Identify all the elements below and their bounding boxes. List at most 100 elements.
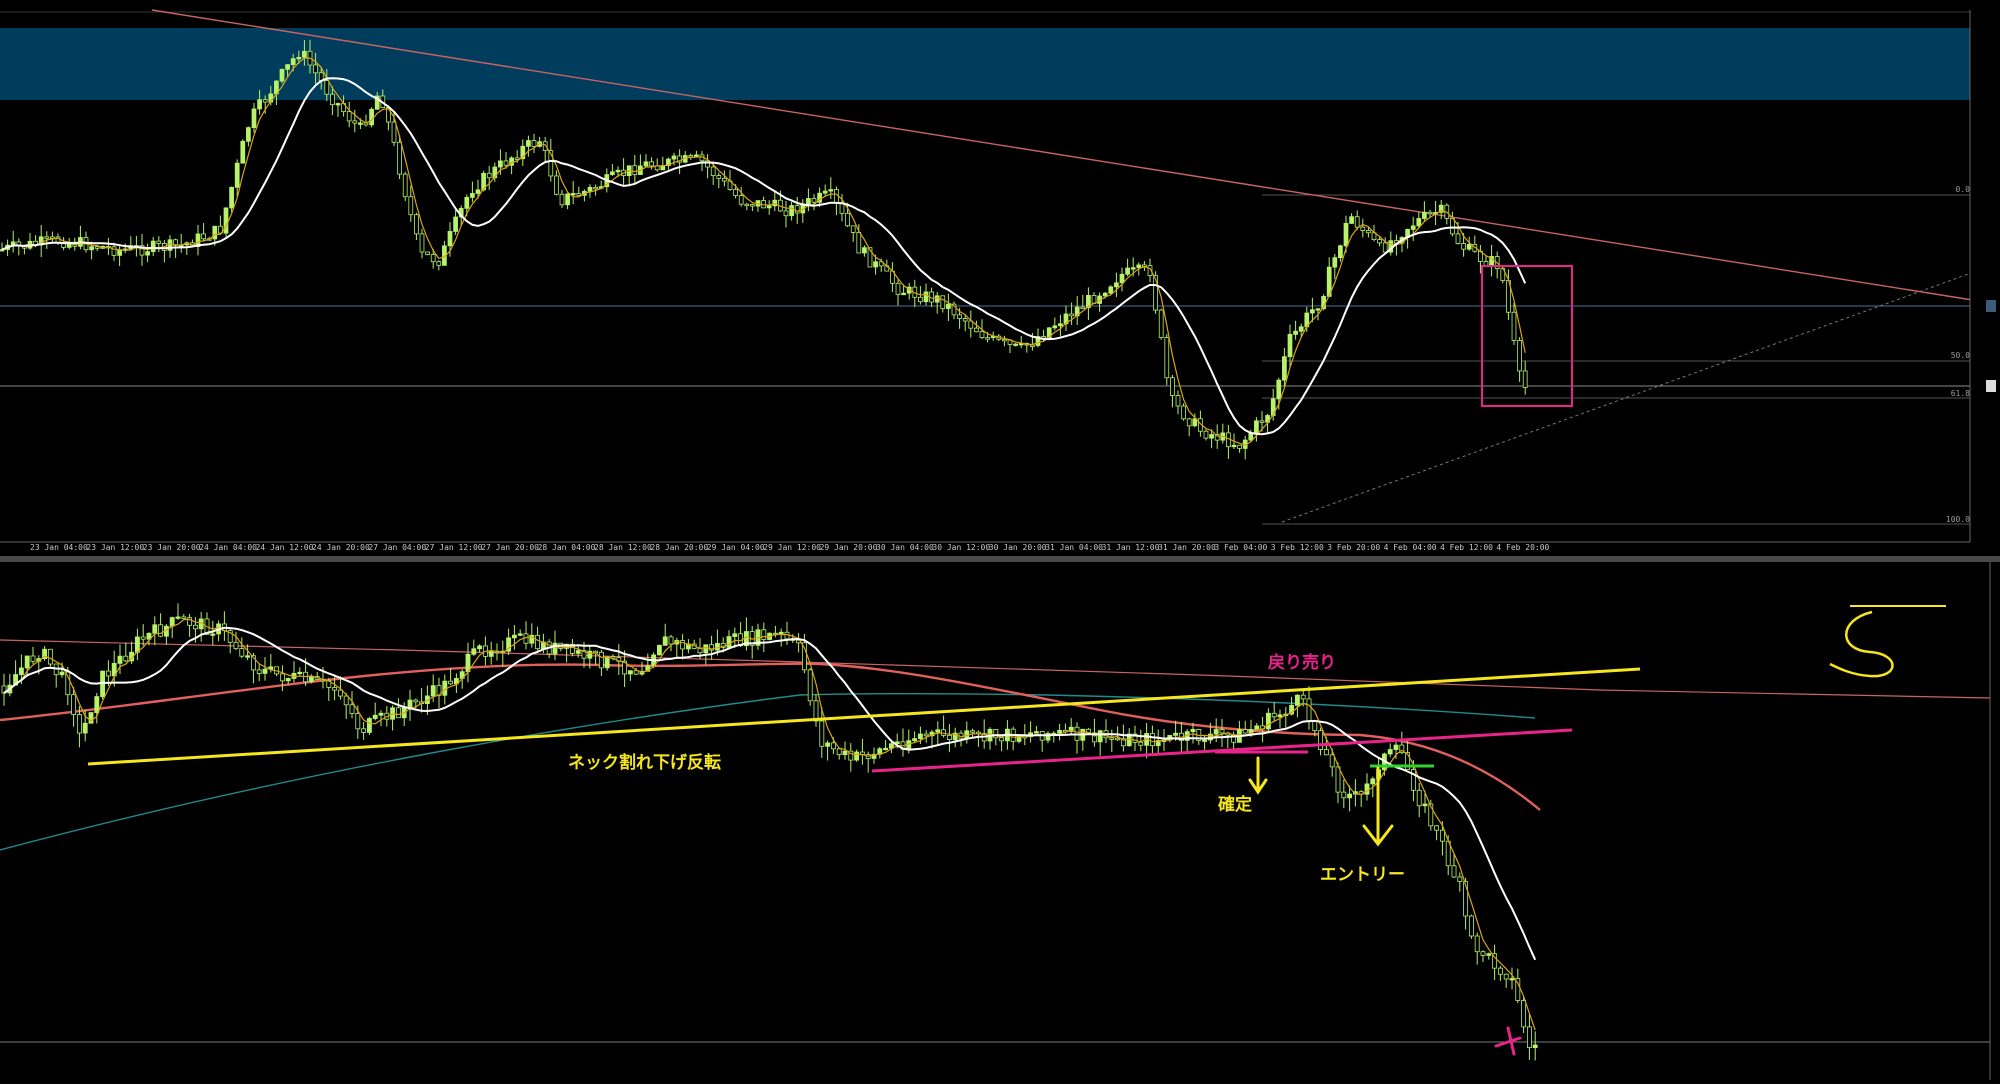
candle-body (408, 196, 414, 216)
chart-stage: 0.0 50.0 61.8 100.0 23 Jan 04:00 23 Jan 1… (0, 0, 2000, 1080)
candle-body (1416, 789, 1422, 807)
candle-body (1114, 282, 1119, 288)
candle-body (1323, 749, 1329, 756)
candle-body (94, 246, 100, 249)
candle-body (1030, 344, 1035, 347)
candle-body (836, 748, 842, 756)
arrow-down-icon (1248, 756, 1268, 795)
candle-body (308, 676, 314, 683)
candle-body (1069, 313, 1074, 317)
time-tick-label: 23 Jan 12:00 (86, 543, 144, 552)
candle-body (856, 232, 862, 254)
candle-body (246, 127, 251, 142)
candle-body (1439, 829, 1445, 842)
candle-body (1474, 935, 1480, 953)
candle-body (24, 655, 30, 669)
fib-label-50: 50.0 (1951, 351, 1970, 360)
candle-body (830, 742, 836, 750)
candle-body (1347, 793, 1353, 799)
candle-body (615, 169, 621, 173)
candle-body (559, 193, 565, 206)
candle-body (1387, 749, 1393, 755)
candle-body (44, 236, 50, 239)
candle-body (1209, 434, 1214, 439)
candle-body (117, 655, 123, 664)
candle-body (285, 678, 291, 682)
candle-body (733, 189, 738, 196)
candle-body (358, 122, 363, 125)
candle-body (234, 162, 240, 188)
candle-body (1480, 951, 1486, 956)
candle-body (1382, 242, 1388, 253)
candle-body (895, 282, 901, 295)
fib-label-0: 0.0 (1956, 185, 1971, 194)
time-tick-label: 30 Jan 04:00 (876, 543, 934, 552)
candle-body (662, 636, 668, 646)
candle-body (1125, 267, 1130, 275)
candle-body (970, 730, 976, 733)
candle-body (324, 80, 330, 95)
candle-body (503, 160, 509, 166)
candle-body (1115, 737, 1121, 741)
candle-body (397, 141, 402, 175)
candle-body (210, 633, 216, 636)
candle-body (576, 193, 582, 196)
candle-body (145, 251, 150, 256)
candle-body (352, 120, 358, 124)
candle-body (156, 240, 162, 244)
candle-body (1293, 330, 1298, 335)
candle-body (716, 175, 722, 179)
candle-body (993, 728, 999, 739)
candle-body (59, 671, 65, 676)
candle-body (806, 198, 811, 205)
candle-body (1136, 264, 1142, 269)
candle-body (1242, 729, 1248, 734)
candle-body (1466, 243, 1472, 250)
candle-body (285, 64, 290, 70)
candle-body (488, 650, 494, 657)
candle-body (1483, 261, 1489, 266)
candle-body (1294, 694, 1300, 706)
candle-body (1213, 729, 1219, 735)
candle-body (1181, 405, 1186, 420)
candle-body (766, 205, 772, 209)
candle-body (1349, 216, 1354, 224)
time-tick-label: 24 Jan 12:00 (256, 543, 314, 552)
candle-body (962, 318, 968, 322)
candle-body (257, 99, 262, 110)
candle-body (498, 160, 503, 168)
candle-body (1511, 311, 1517, 341)
top-axis-background (1970, 10, 2000, 542)
candle-body (744, 203, 750, 207)
candle-body (862, 247, 867, 254)
candle-body (262, 99, 268, 103)
candle-body (18, 667, 24, 675)
candle-body (1457, 876, 1463, 882)
candle-body (1329, 754, 1335, 768)
candle-body (346, 111, 352, 122)
candle-body (1335, 766, 1341, 793)
time-tick-label: 29 Jan 12:00 (763, 543, 821, 552)
candle-body (402, 173, 408, 198)
candle-body (192, 624, 198, 630)
candle-body (511, 634, 517, 639)
candle-body (302, 50, 307, 58)
candle-body (1119, 273, 1125, 284)
pane-divider[interactable] (0, 556, 2000, 562)
candle-body (811, 198, 817, 203)
time-tick-label: 28 Jan 04:00 (538, 543, 596, 552)
time-tick-label: 24 Jan 04:00 (199, 543, 257, 552)
candle-body (1057, 729, 1063, 734)
candle-body (47, 648, 53, 665)
candle-body (1332, 257, 1338, 268)
candle-body (627, 670, 633, 675)
candle-body (1248, 432, 1254, 441)
candle-body (565, 193, 570, 206)
fib-label-100: 100.0 (1946, 515, 1970, 524)
candle-body (1503, 973, 1509, 980)
arrow-down-icon (1362, 766, 1394, 847)
candle-body (923, 291, 929, 303)
candle-body (1149, 733, 1155, 747)
candle-body (335, 103, 341, 106)
candle-body (668, 636, 674, 645)
